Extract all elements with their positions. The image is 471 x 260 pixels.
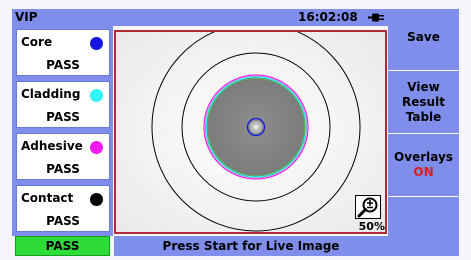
vip-screen: VIP 16:02:08 Core PASS Cladding PASS Adh… bbox=[0, 0, 471, 260]
adhesive-status: PASS bbox=[46, 162, 80, 176]
status-message: Press Start for Live Image bbox=[114, 236, 388, 256]
overall-result-badge: PASS bbox=[15, 236, 110, 256]
core-result[interactable]: Core PASS bbox=[16, 29, 110, 76]
save-label: Save bbox=[407, 29, 440, 44]
zoom-control[interactable]: 50% bbox=[351, 195, 385, 233]
result-label: Result bbox=[402, 94, 445, 109]
fiber-results-panel: Core PASS Cladding PASS Adhesive PASS Co… bbox=[12, 26, 113, 236]
core-label: Core bbox=[21, 35, 53, 49]
contact-label: Contact bbox=[21, 191, 74, 205]
clock: 16:02:08 bbox=[298, 10, 358, 24]
cladding-label: Cladding bbox=[21, 87, 81, 101]
plug-icon bbox=[368, 13, 384, 22]
fiber-image-viewer[interactable]: 50% bbox=[114, 30, 387, 234]
adhesive-label: Adhesive bbox=[21, 139, 83, 153]
save-button[interactable]: Save bbox=[388, 9, 459, 65]
fiber-endface-image bbox=[116, 32, 385, 232]
status-bar: VIP 16:02:08 bbox=[12, 9, 388, 26]
cladding-color-dot bbox=[90, 89, 103, 102]
adhesive-color-dot bbox=[90, 141, 103, 154]
contact-result[interactable]: Contact PASS bbox=[16, 185, 110, 232]
cladding-result[interactable]: Cladding PASS bbox=[16, 81, 110, 128]
core-status: PASS bbox=[46, 58, 80, 72]
contact-color-dot bbox=[90, 193, 103, 206]
table-label: Table bbox=[405, 109, 442, 124]
empty-softkey[interactable] bbox=[388, 196, 459, 256]
core-color-dot bbox=[90, 37, 103, 50]
zoom-toggle-icon[interactable] bbox=[355, 195, 381, 219]
overlays-label: Overlays bbox=[394, 150, 453, 164]
adhesive-result[interactable]: Adhesive PASS bbox=[16, 133, 110, 180]
contact-status: PASS bbox=[46, 214, 80, 228]
view-label: View bbox=[407, 79, 440, 94]
zoom-level: 50% bbox=[358, 220, 385, 233]
overlays-toggle-button[interactable]: Overlays ON bbox=[388, 133, 459, 196]
cladding-status: PASS bbox=[46, 110, 80, 124]
view-result-table-button[interactable]: View Result Table bbox=[388, 70, 459, 133]
page-title: VIP bbox=[15, 10, 38, 24]
softkey-panel: Save View Result Table Overlays ON bbox=[388, 9, 459, 256]
overlays-value: ON bbox=[413, 165, 434, 179]
